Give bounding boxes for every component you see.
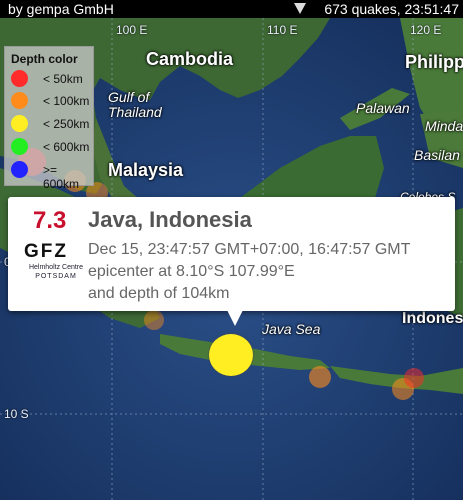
quake-marker-medium[interactable] bbox=[309, 366, 331, 388]
quake-count-time: 673 quakes, 23:51:47 bbox=[324, 1, 459, 17]
quake-marker-shallow[interactable] bbox=[404, 368, 424, 388]
gfz-logo-city: POTSDAM bbox=[35, 273, 77, 280]
gfz-logo-name: GFZ bbox=[24, 241, 68, 262]
place-label-indonesia: Indones bbox=[402, 310, 463, 327]
legend-label: >= 600km bbox=[43, 163, 80, 191]
place-label-java-sea: Java Sea bbox=[262, 321, 321, 337]
longitude-label-120e: 120 E bbox=[410, 23, 442, 37]
place-label-basilan: Basilan bbox=[414, 147, 460, 163]
app-attribution: by gempa GmbH bbox=[8, 1, 114, 17]
legend-label: < 600km bbox=[43, 140, 90, 154]
quake-marker-medium[interactable] bbox=[144, 310, 164, 330]
quake-depth: and depth of 104km bbox=[88, 285, 230, 302]
quake-location: epicenter at 8.10°S 107.99°E bbox=[88, 263, 295, 280]
quake-magnitude: 7.3 bbox=[33, 207, 67, 234]
gfz-logo: GFZ Helmholtz Centre POTSDAM bbox=[24, 241, 84, 285]
place-label-gulf-of-thailand: Gulf of Thailand bbox=[108, 89, 162, 120]
place-label-palawan: Palawan bbox=[356, 100, 410, 116]
legend-item: < 600km bbox=[9, 137, 93, 157]
quake-region: Java, Indonesia bbox=[88, 207, 252, 232]
place-label-philippines: Philipp bbox=[405, 52, 463, 72]
legend-label: < 100km bbox=[43, 94, 90, 108]
quake-info-popup[interactable]: 7.3 Java, Indonesia GFZ Helmholtz Centre… bbox=[8, 197, 455, 326]
legend-title: Depth color bbox=[11, 52, 78, 66]
depth-color-legend: Depth color < 50km < 100km < 250km < 600… bbox=[4, 46, 94, 191]
longitude-label-110e: 110 E bbox=[267, 23, 298, 37]
longitude-label-100e: 100 E bbox=[116, 23, 148, 37]
legend-item: < 100km bbox=[9, 91, 93, 111]
popup-pointer bbox=[227, 310, 243, 326]
legend-dot bbox=[11, 115, 28, 132]
legend-item: >= 600km bbox=[9, 160, 93, 191]
quake-time: Dec 15, 23:47:57 GMT+07:00, 16:47:57 GMT bbox=[88, 241, 411, 258]
status-bar: by gempa GmbH 673 quakes, 23:51:47 bbox=[0, 0, 463, 18]
legend-dot bbox=[11, 138, 28, 155]
place-label-malaysia: Malaysia bbox=[108, 160, 184, 180]
place-label-cambodia: Cambodia bbox=[146, 49, 234, 69]
legend-dot bbox=[11, 70, 28, 87]
gfz-logo-subtitle: Helmholtz Centre bbox=[28, 264, 84, 271]
legend-item: < 250km bbox=[9, 114, 93, 134]
legend-label: < 250km bbox=[43, 117, 90, 131]
legend-label: < 50km bbox=[43, 72, 83, 86]
legend-dot bbox=[11, 161, 28, 178]
quake-marker-selected[interactable] bbox=[209, 334, 253, 376]
legend-item: < 50km bbox=[9, 69, 93, 89]
place-label-mindanao: Minda bbox=[425, 118, 463, 134]
legend-dot bbox=[11, 92, 28, 109]
latitude-label-10s: 10 S bbox=[4, 407, 29, 421]
signal-icon bbox=[294, 3, 306, 14]
